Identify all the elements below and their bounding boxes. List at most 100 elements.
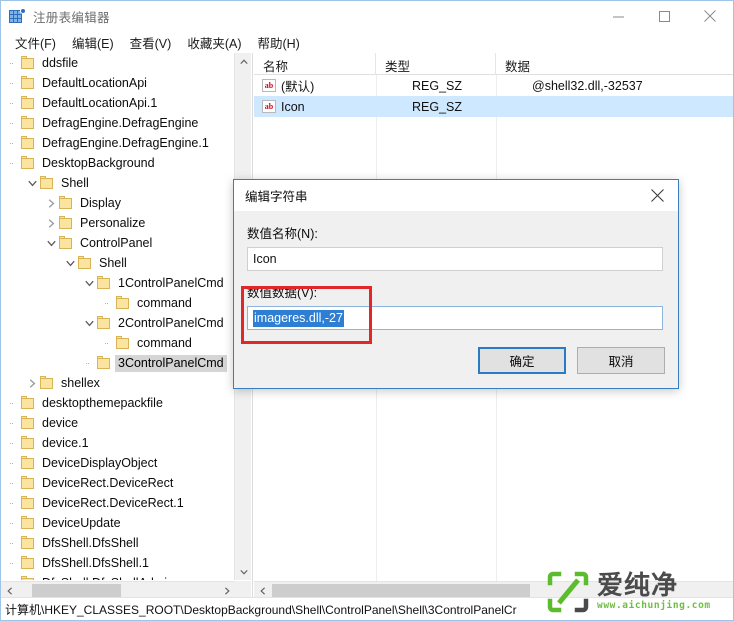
tree-item[interactable]: Shell [1,173,235,193]
values-horizontal-scrollbar[interactable] [254,581,733,598]
tree-item-label: DefragEngine.DefragEngine.1 [42,135,209,150]
folder-icon [21,56,35,70]
tree-item-label: device [42,415,79,430]
tree-item-label: DfsShell.DfsShellAdmin [39,575,177,581]
folder-icon [21,76,35,90]
tree-item[interactable]: ControlPanel [1,233,235,253]
chevron-right-icon[interactable] [43,193,59,213]
scroll-up-icon[interactable] [235,53,252,70]
title-bar: 注册表编辑器 [1,1,733,31]
folder-icon [97,356,111,370]
menu-view[interactable]: 查看(V) [122,31,180,54]
tree-item[interactable]: DfsShell.DfsShellAdmin [1,573,235,580]
tree-item[interactable]: device [1,413,235,433]
value-row[interactable]: ab Icon REG_SZ [254,96,733,117]
chevron-down-icon[interactable] [43,233,59,253]
registry-tree[interactable]: ddsfile DefaultLocationApi DefaultLocation… [1,53,235,580]
tree-item[interactable]: DefaultLocationApi.1 [1,93,235,113]
folder-icon [21,436,35,450]
values-column-header: 名称 类型 数据 [254,53,733,75]
chevron-down-icon[interactable] [62,253,78,273]
values-scroll-left-icon[interactable] [254,582,271,598]
tree-item[interactable]: DeviceDisplayObject [1,453,235,473]
dialog-title: 编辑字符串 [245,190,308,204]
tree-item[interactable]: DesktopBackground [1,153,235,173]
tree-item-label: Personalize [80,215,146,230]
menu-file[interactable]: 文件(F) [7,31,64,54]
column-header-type[interactable]: 类型 [376,53,496,75]
tree-connector-icon [5,113,21,133]
folder-icon [116,336,130,350]
dialog-close-button[interactable] [636,180,678,211]
tree-item[interactable]: DeviceRect.DeviceRect [1,473,235,493]
value-row[interactable]: ab (默认) REG_SZ @shell32.dll,-32537 [254,75,733,96]
tree-item[interactable]: shellex [1,373,235,393]
scroll-down-icon[interactable] [235,563,252,580]
window-title: 注册表编辑器 [33,10,110,25]
tree-item[interactable]: command [1,293,235,313]
chevron-right-icon[interactable] [24,373,40,393]
chevron-down-icon[interactable] [24,173,40,193]
tree-item[interactable]: DfsShell.DfsShell [1,533,235,553]
tree-item[interactable]: 3ControlPanelCmd [1,353,235,373]
tree-item-label: DefaultLocationApi.1 [42,95,158,110]
minimize-button[interactable] [595,1,641,31]
dialog-button-row: 确定 取消 [478,347,665,374]
value-data-cell: @shell32.dll,-32537 [532,78,643,93]
close-button[interactable] [687,1,733,31]
tree-item[interactable]: DefaultLocationApi [1,73,235,93]
folder-icon [59,216,73,230]
menu-help[interactable]: 帮助(H) [249,31,307,54]
tree-item[interactable]: 1ControlPanelCmd [1,273,235,293]
tree-item-label: Shell [99,255,127,270]
tree-connector-icon [81,353,97,373]
edit-string-dialog: 编辑字符串 数值名称(N): Icon 数值数据(V): imageres.dl… [233,179,679,389]
tree-item[interactable]: DfsShell.DfsShell.1 [1,553,235,573]
scroll-left-icon[interactable] [1,582,18,598]
column-header-data[interactable]: 数据 [496,53,733,75]
menu-bar: 文件(F) 编辑(E) 查看(V) 收藏夹(A) 帮助(H) [1,31,733,53]
folder-icon [59,236,73,250]
folder-icon [21,396,35,410]
tree-item[interactable]: 2ControlPanelCmd [1,313,235,333]
tree-item-label: ControlPanel [80,235,153,250]
tree-item[interactable]: Shell [1,253,235,273]
tree-item[interactable]: DefragEngine.DefragEngine [1,113,235,133]
folder-icon [40,376,54,390]
value-data-input[interactable]: imageres.dll,-27 [247,306,663,330]
tree-connector-icon [5,573,21,580]
folder-icon [97,316,111,330]
dialog-title-bar: 编辑字符串 [234,180,678,211]
tree-item[interactable]: command [1,333,235,353]
tree-connector-icon [5,533,21,553]
value-name-label: 数值名称(N): [247,227,318,241]
tree-item[interactable]: DeviceRect.DeviceRect.1 [1,493,235,513]
tree-item[interactable]: Display [1,193,235,213]
values-list[interactable]: ab (默认) REG_SZ @shell32.dll,-32537 ab Icon REG… [254,75,733,117]
scroll-right-icon[interactable] [218,582,235,598]
tree-horizontal-scrollbar[interactable] [1,581,235,598]
tree-item[interactable]: DeviceUpdate [1,513,235,533]
tree-item[interactable]: device.1 [1,433,235,453]
column-header-name[interactable]: 名称 [254,53,376,75]
tree-item[interactable]: ddsfile [1,53,235,73]
tree-item[interactable]: desktopthemepackfile [1,393,235,413]
values-h-scroll-thumb[interactable] [272,584,530,597]
value-name-cell: Icon [281,99,305,114]
tree-connector-icon [100,333,116,353]
tree-item[interactable]: Personalize [1,213,235,233]
value-name-input[interactable]: Icon [247,247,663,271]
tree-item[interactable]: DefragEngine.DefragEngine.1 [1,133,235,153]
menu-favorites[interactable]: 收藏夹(A) [179,31,249,54]
chevron-right-icon[interactable] [43,213,59,233]
menu-edit[interactable]: 编辑(E) [64,31,122,54]
maximize-button[interactable] [641,1,687,31]
cancel-button[interactable]: 取消 [577,347,665,374]
value-data-selected-text: imageres.dll,-27 [253,310,344,327]
chevron-down-icon[interactable] [81,313,97,333]
tree-h-scroll-thumb[interactable] [32,584,121,597]
tree-item-label: ddsfile [42,55,79,70]
registry-tree-panel: ddsfile DefaultLocationApi DefaultLocation… [1,53,253,598]
chevron-down-icon[interactable] [81,273,97,293]
ok-button[interactable]: 确定 [478,347,566,374]
